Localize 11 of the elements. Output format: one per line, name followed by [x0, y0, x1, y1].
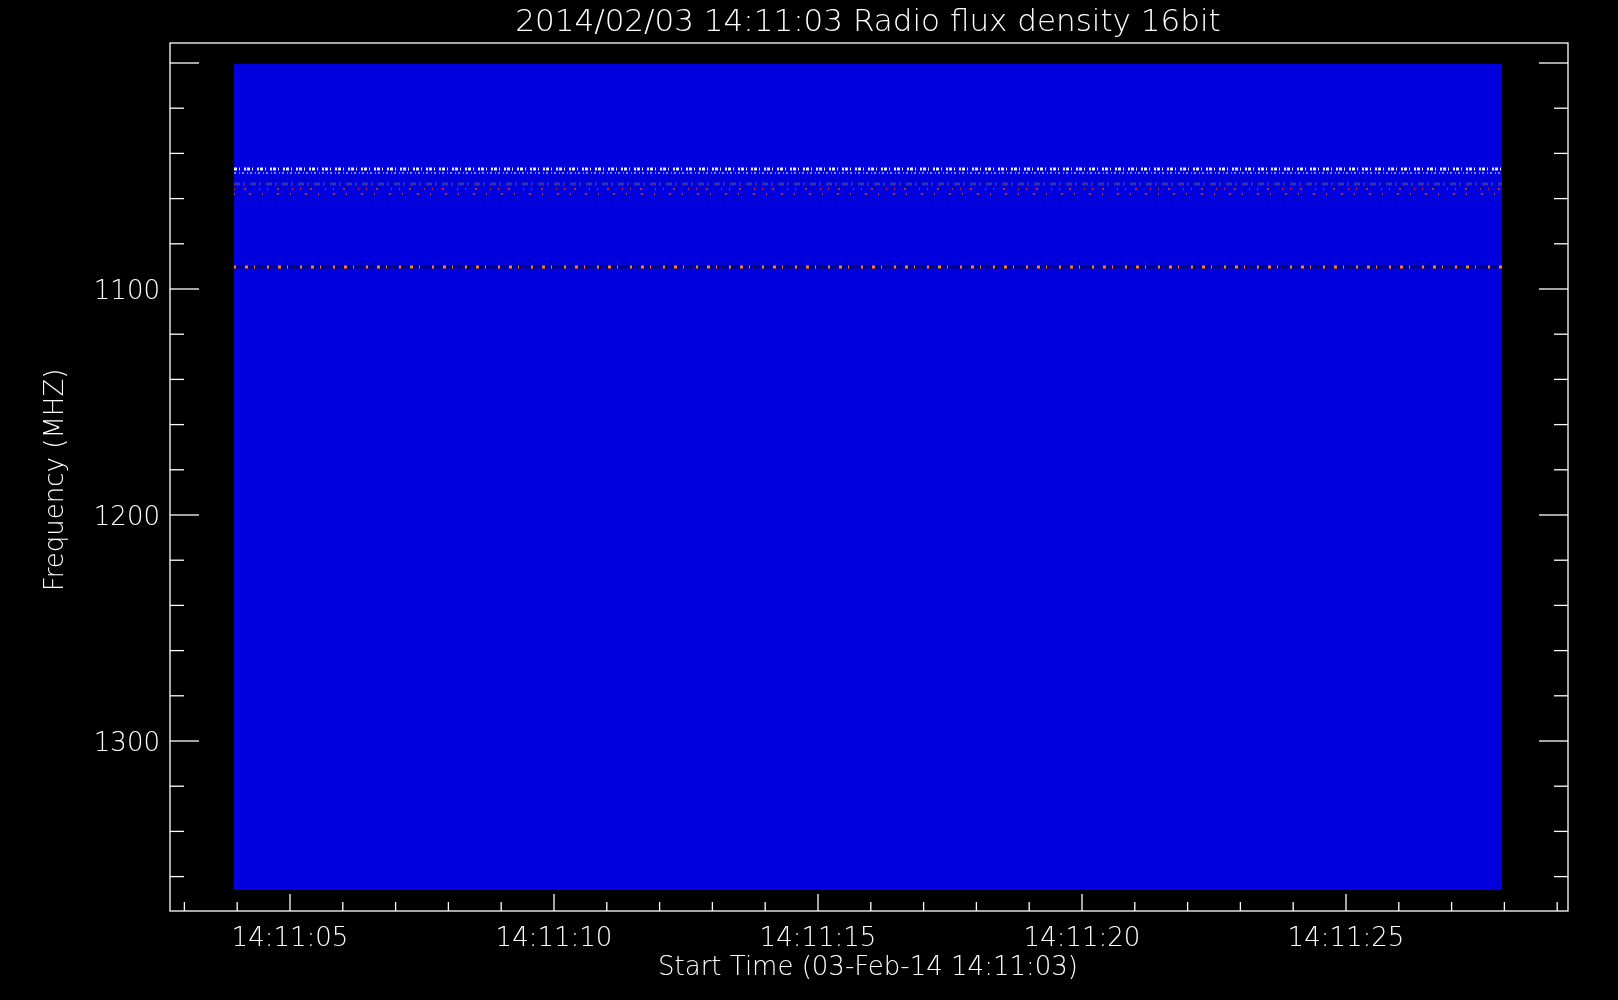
chart-title: 2014/02/03 14:11:03 Radio flux density 16bit — [515, 2, 1221, 38]
x-tick-label: 14:11:20 — [1023, 922, 1141, 952]
y-tick-label: 1300 — [93, 727, 160, 757]
y-tick-label: 1200 — [93, 501, 160, 531]
x-tick-label: 14:11:05 — [231, 922, 349, 952]
x-tick-label: 14:11:10 — [495, 922, 613, 952]
y-axis-label: Frequency (MHZ) — [39, 368, 69, 592]
x-axis-label: Start Time (03-Feb-14 14:11:03) — [658, 951, 1078, 981]
y-tick-label: 1100 — [93, 275, 160, 305]
x-tick-label: 14:11:25 — [1287, 922, 1405, 952]
x-tick-label: 14:11:15 — [759, 922, 877, 952]
